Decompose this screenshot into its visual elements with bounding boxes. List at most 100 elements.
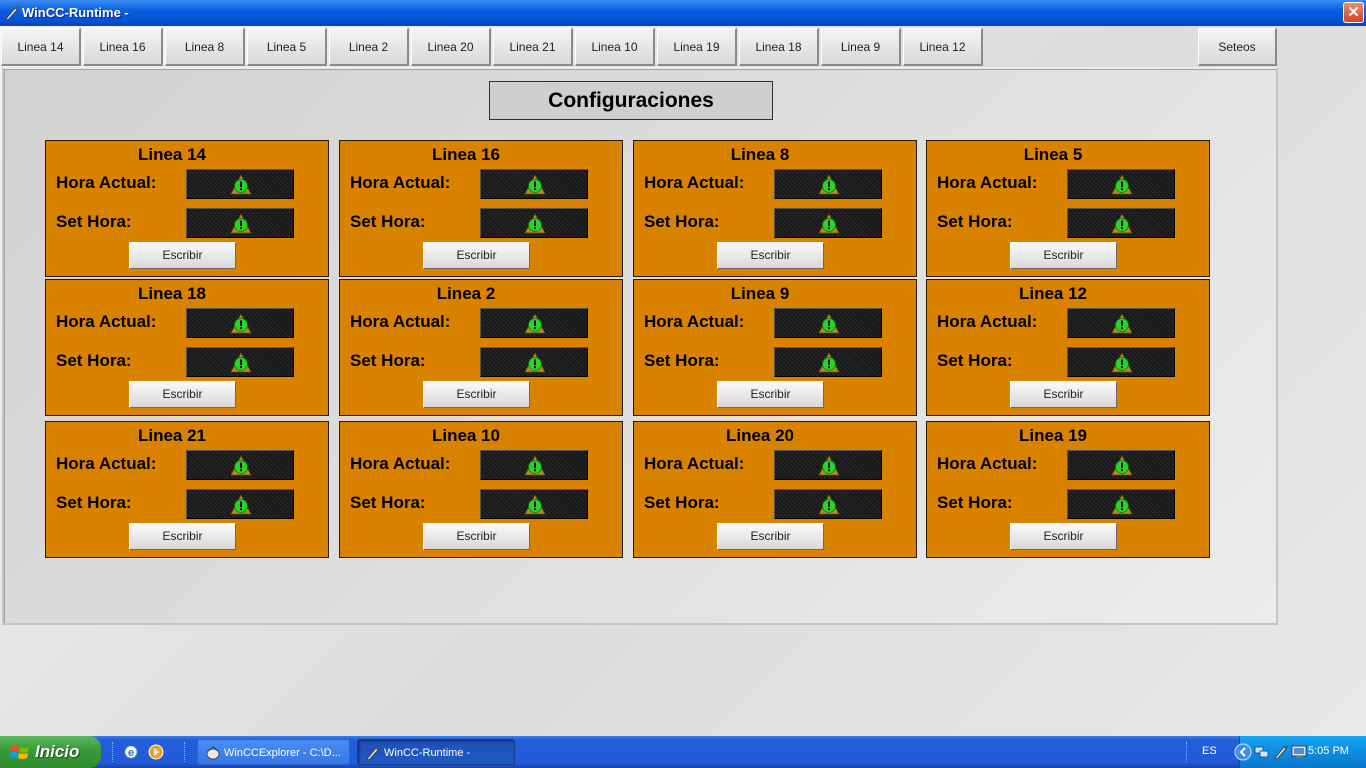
line-config-card: Linea 8 Hora Actual: Set Hora: Escribir xyxy=(633,140,917,277)
clock: 5:05 PM xyxy=(1308,745,1349,757)
escribir-button[interactable]: Escribir xyxy=(423,242,530,269)
set-hora-label: Set Hora: xyxy=(350,212,426,231)
set-hora-input[interactable] xyxy=(774,208,882,238)
hora-actual-label: Hora Actual: xyxy=(644,454,745,473)
line-config-card: Linea 12 Hora Actual: Set Hora: Escribir xyxy=(926,279,1210,416)
escribir-button[interactable]: Escribir xyxy=(717,523,824,550)
tab-linea-2[interactable]: Linea 2 xyxy=(329,28,409,66)
line-config-card: Linea 9 Hora Actual: Set Hora: Escribir xyxy=(633,279,917,416)
tab-linea-12[interactable]: Linea 12 xyxy=(903,28,983,66)
card-title: Linea 18 xyxy=(137,284,207,303)
media-player-quicklaunch-icon[interactable] xyxy=(148,744,164,760)
escribir-button[interactable]: Escribir xyxy=(129,381,236,408)
tab-linea-19[interactable]: Linea 19 xyxy=(657,28,737,66)
toolbar-separator xyxy=(1186,742,1190,762)
ie-quicklaunch-icon[interactable]: e xyxy=(123,744,139,760)
card-title: Linea 2 xyxy=(436,284,496,303)
page-title: Configuraciones xyxy=(489,81,773,120)
warning-triangle-icon xyxy=(524,313,546,334)
set-hora-input[interactable] xyxy=(480,208,588,238)
set-hora-input[interactable] xyxy=(186,208,294,238)
set-hora-label: Set Hora: xyxy=(644,212,720,231)
taskbar-item-wincc-runtime[interactable]: WinCC-Runtime - xyxy=(357,739,515,765)
warning-triangle-icon xyxy=(818,352,840,373)
show-hidden-icons-button[interactable] xyxy=(1234,743,1252,761)
taskbar-item-winccexplorer[interactable]: WinCCExplorer - C:\D... xyxy=(197,739,350,765)
hora-actual-field[interactable] xyxy=(186,450,294,480)
hora-actual-field[interactable] xyxy=(1067,308,1175,338)
set-hora-input[interactable] xyxy=(1067,208,1175,238)
start-button[interactable]: Inicio xyxy=(0,736,101,768)
hora-actual-label: Hora Actual: xyxy=(350,454,451,473)
tab-linea-5[interactable]: Linea 5 xyxy=(247,28,327,66)
warning-triangle-icon xyxy=(230,455,252,476)
card-title: Linea 21 xyxy=(137,426,207,445)
hora-actual-field[interactable] xyxy=(480,308,588,338)
escribir-button[interactable]: Escribir xyxy=(423,523,530,550)
line-config-card: Linea 10 Hora Actual: Set Hora: Escribir xyxy=(339,421,623,558)
language-indicator[interactable]: ES xyxy=(1202,745,1217,757)
tab-linea-14[interactable]: Linea 14 xyxy=(1,28,81,66)
hora-actual-field[interactable] xyxy=(186,169,294,199)
escribir-button[interactable]: Escribir xyxy=(129,242,236,269)
warning-triangle-icon xyxy=(818,174,840,195)
tab-linea-10[interactable]: Linea 10 xyxy=(575,28,655,66)
tab-linea-18[interactable]: Linea 18 xyxy=(739,28,819,66)
wincc-app-icon xyxy=(5,6,19,21)
taskbar: Inicio e WinCCExplorer - C:\D... WinCC-R… xyxy=(0,736,1366,768)
set-hora-input[interactable] xyxy=(186,347,294,377)
hora-actual-label: Hora Actual: xyxy=(937,173,1038,192)
hora-actual-field[interactable] xyxy=(774,169,882,199)
warning-triangle-icon xyxy=(230,174,252,195)
line-config-card: Linea 18 Hora Actual: Set Hora: Escribir xyxy=(45,279,329,416)
set-hora-input[interactable] xyxy=(186,489,294,519)
set-hora-input[interactable] xyxy=(774,347,882,377)
card-title: Linea 14 xyxy=(137,145,207,164)
set-hora-input[interactable] xyxy=(480,347,588,377)
warning-triangle-icon xyxy=(230,313,252,334)
tab-linea-8[interactable]: Linea 8 xyxy=(165,28,245,66)
warning-triangle-icon xyxy=(230,352,252,373)
escribir-button[interactable]: Escribir xyxy=(1010,242,1117,269)
escribir-button[interactable]: Escribir xyxy=(1010,381,1117,408)
start-label: Inicio xyxy=(35,742,80,761)
escribir-button[interactable]: Escribir xyxy=(1010,523,1117,550)
set-hora-input[interactable] xyxy=(774,489,882,519)
hora-actual-field[interactable] xyxy=(480,450,588,480)
tab-seteos[interactable]: Seteos xyxy=(1198,28,1277,66)
set-hora-input[interactable] xyxy=(480,489,588,519)
card-title: Linea 9 xyxy=(730,284,790,303)
hora-actual-field[interactable] xyxy=(186,308,294,338)
hora-actual-field[interactable] xyxy=(1067,169,1175,199)
hora-actual-field[interactable] xyxy=(480,169,588,199)
tab-linea-21[interactable]: Linea 21 xyxy=(493,28,573,66)
monitor-tray-icon[interactable] xyxy=(1291,744,1307,760)
tab-linea-16[interactable]: Linea 16 xyxy=(83,28,163,66)
escribir-button[interactable]: Escribir xyxy=(129,523,236,550)
set-hora-label: Set Hora: xyxy=(350,493,426,512)
set-hora-input[interactable] xyxy=(1067,489,1175,519)
card-title: Linea 12 xyxy=(1018,284,1088,303)
escribir-button[interactable]: Escribir xyxy=(717,381,824,408)
hora-actual-label: Hora Actual: xyxy=(644,173,745,192)
tab-linea-9[interactable]: Linea 9 xyxy=(821,28,901,66)
set-hora-label: Set Hora: xyxy=(644,493,720,512)
network-icon[interactable] xyxy=(1254,744,1270,760)
warning-triangle-icon xyxy=(524,494,546,515)
set-hora-input[interactable] xyxy=(1067,347,1175,377)
line-config-card: Linea 21 Hora Actual: Set Hora: Escribir xyxy=(45,421,329,558)
taskbar-item-label: WinCCExplorer - C:\D... xyxy=(224,747,341,759)
card-title: Linea 19 xyxy=(1018,426,1088,445)
warning-triangle-icon xyxy=(1111,455,1133,476)
close-button[interactable]: ✕ xyxy=(1343,2,1364,23)
hora-actual-field[interactable] xyxy=(774,450,882,480)
set-hora-label: Set Hora: xyxy=(56,493,132,512)
hora-actual-field[interactable] xyxy=(1067,450,1175,480)
set-hora-label: Set Hora: xyxy=(350,351,426,370)
hora-actual-field[interactable] xyxy=(774,308,882,338)
hora-actual-label: Hora Actual: xyxy=(350,173,451,192)
escribir-button[interactable]: Escribir xyxy=(717,242,824,269)
tab-linea-20[interactable]: Linea 20 xyxy=(411,28,491,66)
escribir-button[interactable]: Escribir xyxy=(423,381,530,408)
wincc-tray-icon[interactable] xyxy=(1273,744,1289,760)
